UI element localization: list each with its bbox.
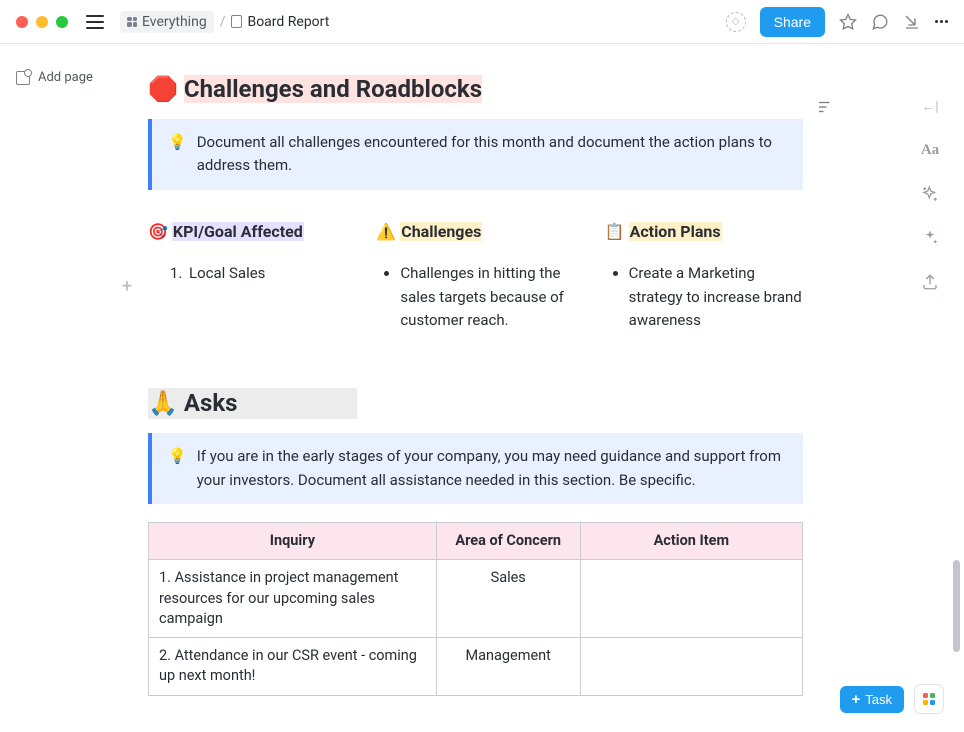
asks-title: Asks [184, 389, 238, 417]
plus-icon: + [852, 692, 861, 707]
apps-icon [923, 693, 935, 705]
action-plans-column[interactable]: 📋 Action Plans Create a Marketing strate… [605, 220, 803, 333]
star-icon [839, 13, 857, 31]
table-cell-inquiry[interactable]: 2. Attendance in our CSR event - coming … [149, 638, 437, 696]
share-button[interactable]: Share [760, 7, 825, 37]
maximize-window-button[interactable] [56, 16, 68, 28]
breadcrumb-current-label: Board Report [247, 14, 329, 30]
table-row[interactable]: 2. Attendance in our CSR event - coming … [149, 638, 803, 696]
comment-icon [871, 13, 889, 31]
ai-button[interactable] [920, 184, 940, 204]
everything-icon [127, 17, 137, 27]
table-header-area[interactable]: Area of Concern [436, 522, 580, 559]
challenges-col-emoji: ⚠️ [376, 222, 396, 241]
action-plans-list[interactable]: Create a Marketing strategy to increase … [605, 262, 803, 332]
favorite-button[interactable] [839, 13, 857, 31]
tag-inner-icon: ◇ [732, 16, 740, 27]
close-window-button[interactable] [16, 16, 28, 28]
challenges-emoji: 🛑 [148, 75, 178, 103]
challenges-list[interactable]: Challenges in hitting the sales targets … [376, 262, 574, 332]
challenges-column-label: Challenges [400, 222, 482, 241]
export-icon [921, 273, 939, 291]
window-traffic-lights[interactable] [16, 16, 68, 28]
list-item[interactable]: Challenges in hitting the sales targets … [400, 262, 574, 332]
challenges-callout[interactable]: 💡 Document all challenges encountered fo… [148, 119, 803, 190]
breadcrumb-separator: / [220, 14, 226, 30]
export-button[interactable] [920, 272, 940, 292]
action-emoji: 📋 [605, 222, 625, 241]
sparkle-icon [921, 185, 939, 203]
action-plans-column-label: Action Plans [629, 222, 722, 241]
asks-callout-text: If you are in the early stages of your c… [197, 445, 787, 492]
task-button-label: Task [865, 692, 892, 707]
challenges-columns: + 🎯 KPI/Goal Affected Local Sales ⚠️ Cha… [148, 220, 803, 333]
menu-icon[interactable] [86, 15, 104, 29]
stars-icon [921, 229, 939, 247]
new-task-button[interactable]: + Task [840, 686, 905, 713]
more-options-button[interactable] [935, 20, 948, 23]
list-item[interactable]: Local Sales [186, 262, 346, 285]
outline-toggle[interactable] [816, 98, 834, 120]
table-cell-area[interactable]: Sales [436, 560, 580, 638]
collapse-rail-button[interactable]: ←| [920, 96, 940, 116]
tag-icon[interactable]: ◇ [726, 12, 746, 32]
doc-icon [231, 15, 242, 28]
scrollbar-thumb[interactable] [953, 560, 960, 652]
challenges-column[interactable]: ⚠️ Challenges Challenges in hitting the … [376, 220, 574, 333]
document-body[interactable]: 🛑 Challenges and Roadblocks 💡 Document a… [0, 44, 964, 732]
kpi-column[interactable]: 🎯 KPI/Goal Affected Local Sales [148, 220, 346, 333]
add-block-button[interactable]: + [118, 278, 136, 296]
bulb-icon: 💡 [168, 445, 187, 492]
download-button[interactable] [903, 13, 921, 31]
breadcrumb-root-label: Everything [142, 14, 207, 30]
ai-stars-button[interactable] [920, 228, 940, 248]
asks-table[interactable]: Inquiry Area of Concern Action Item 1. A… [148, 522, 803, 696]
table-cell-inquiry[interactable]: 1. Assistance in project management reso… [149, 560, 437, 638]
kpi-column-label: KPI/Goal Affected [172, 222, 304, 241]
breadcrumb-current[interactable]: Board Report [231, 14, 329, 30]
download-icon [903, 13, 921, 31]
typography-button[interactable]: Aa [920, 140, 940, 160]
table-row[interactable]: 1. Assistance in project management reso… [149, 560, 803, 638]
breadcrumb: Everything / Board Report [120, 11, 329, 33]
table-cell-area[interactable]: Management [436, 638, 580, 696]
minimize-window-button[interactable] [36, 16, 48, 28]
right-tool-rail: ←| Aa [920, 96, 940, 292]
asks-heading[interactable]: 🙏 Asks [148, 388, 357, 419]
scrollbar[interactable] [952, 44, 960, 732]
outline-icon [816, 98, 834, 116]
dots-icon [935, 20, 948, 23]
list-item[interactable]: Create a Marketing strategy to increase … [629, 262, 803, 332]
comments-button[interactable] [871, 13, 889, 31]
kpi-emoji: 🎯 [148, 222, 168, 241]
asks-emoji: 🙏 [148, 389, 178, 417]
challenges-callout-text: Document all challenges encountered for … [197, 131, 787, 178]
table-cell-action[interactable] [580, 560, 802, 638]
challenges-title: Challenges and Roadblocks [184, 75, 482, 103]
table-cell-action[interactable] [580, 638, 802, 696]
breadcrumb-root[interactable]: Everything [120, 11, 214, 33]
table-header-inquiry[interactable]: Inquiry [149, 522, 437, 559]
challenges-heading[interactable]: 🛑 Challenges and Roadblocks [148, 74, 482, 105]
kpi-list[interactable]: Local Sales [148, 262, 346, 285]
table-header-action[interactable]: Action Item [580, 522, 802, 559]
asks-callout[interactable]: 💡 If you are in the early stages of your… [148, 433, 803, 504]
apps-button[interactable] [914, 684, 944, 714]
bulb-icon: 💡 [168, 131, 187, 178]
